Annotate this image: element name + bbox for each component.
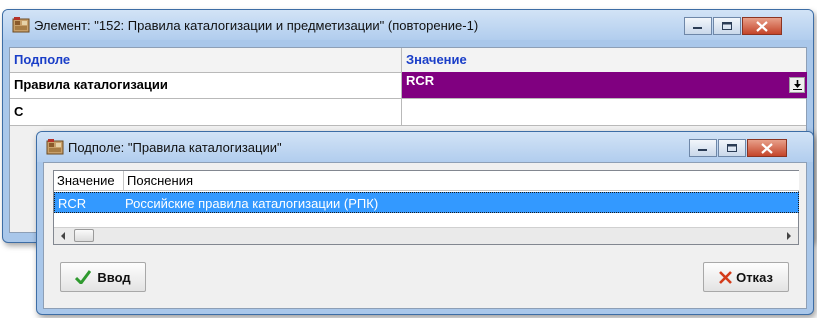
grid-row[interactable]: С bbox=[10, 99, 806, 126]
minimize-icon bbox=[698, 149, 707, 151]
close-button[interactable] bbox=[742, 17, 782, 35]
subfield-dialog-body: Значение Пояснения RCR Российские правил… bbox=[43, 162, 807, 309]
arrow-down-icon bbox=[792, 80, 802, 90]
subfield-dialog-titlebar[interactable]: Подполе: "Правила каталогизации" bbox=[37, 132, 813, 162]
close-button[interactable] bbox=[747, 139, 787, 157]
value-cell[interactable]: RCR bbox=[402, 72, 807, 98]
subfield-dialog-title: Подполе: "Правила каталогизации" bbox=[68, 140, 282, 155]
cross-icon bbox=[719, 270, 732, 284]
dropdown-button[interactable] bbox=[789, 77, 805, 93]
cancel-button-label: Отказ bbox=[736, 269, 773, 285]
scroll-right-icon[interactable] bbox=[786, 232, 792, 240]
close-icon bbox=[756, 20, 768, 32]
element-window-title: Элемент: "152: Правила каталогизации и п… bbox=[34, 18, 479, 33]
grid-row[interactable]: Правила каталогизации RCR bbox=[10, 72, 807, 99]
ok-button[interactable]: Ввод bbox=[60, 262, 146, 292]
value-text: RCR bbox=[406, 73, 435, 88]
app-icon bbox=[12, 17, 30, 33]
minimize-button[interactable] bbox=[689, 139, 717, 157]
scroll-thumb[interactable] bbox=[74, 229, 94, 242]
minimize-icon bbox=[693, 27, 702, 29]
item-description: Российские правила каталогизации (РПК) bbox=[125, 196, 379, 211]
cancel-button[interactable]: Отказ bbox=[703, 262, 789, 292]
column-header-value[interactable]: Значение bbox=[54, 171, 124, 191]
maximize-button[interactable] bbox=[713, 17, 741, 35]
element-window-titlebar[interactable]: Элемент: "152: Правила каталогизации и п… bbox=[3, 10, 813, 40]
checkmark-icon bbox=[75, 270, 92, 284]
grid-header: Подполе Значение bbox=[10, 48, 806, 73]
column-header-subfield[interactable]: Подполе bbox=[10, 48, 402, 72]
values-list[interactable]: Значение Пояснения RCR Российские правил… bbox=[53, 170, 799, 245]
ok-button-label: Ввод bbox=[97, 269, 131, 285]
item-value: RCR bbox=[58, 196, 87, 211]
maximize-icon bbox=[721, 21, 732, 30]
subfield-name-cell: Правила каталогизации bbox=[10, 72, 402, 98]
maximize-button[interactable] bbox=[718, 139, 746, 157]
app-icon bbox=[46, 139, 64, 155]
subfield-name-cell: С bbox=[10, 99, 402, 125]
horizontal-scrollbar[interactable] bbox=[54, 227, 798, 244]
scroll-left-icon[interactable] bbox=[60, 232, 66, 240]
value-cell[interactable] bbox=[402, 99, 807, 125]
column-header-value[interactable]: Значение bbox=[402, 48, 806, 72]
column-header-description[interactable]: Пояснения bbox=[124, 171, 799, 191]
subfield-dialog: Подполе: "Правила каталогизации" Значени… bbox=[36, 131, 814, 315]
minimize-button[interactable] bbox=[684, 17, 712, 35]
maximize-icon bbox=[726, 143, 737, 152]
close-icon bbox=[761, 142, 773, 154]
list-item[interactable]: RCR Российские правила каталогизации (РП… bbox=[54, 192, 799, 213]
